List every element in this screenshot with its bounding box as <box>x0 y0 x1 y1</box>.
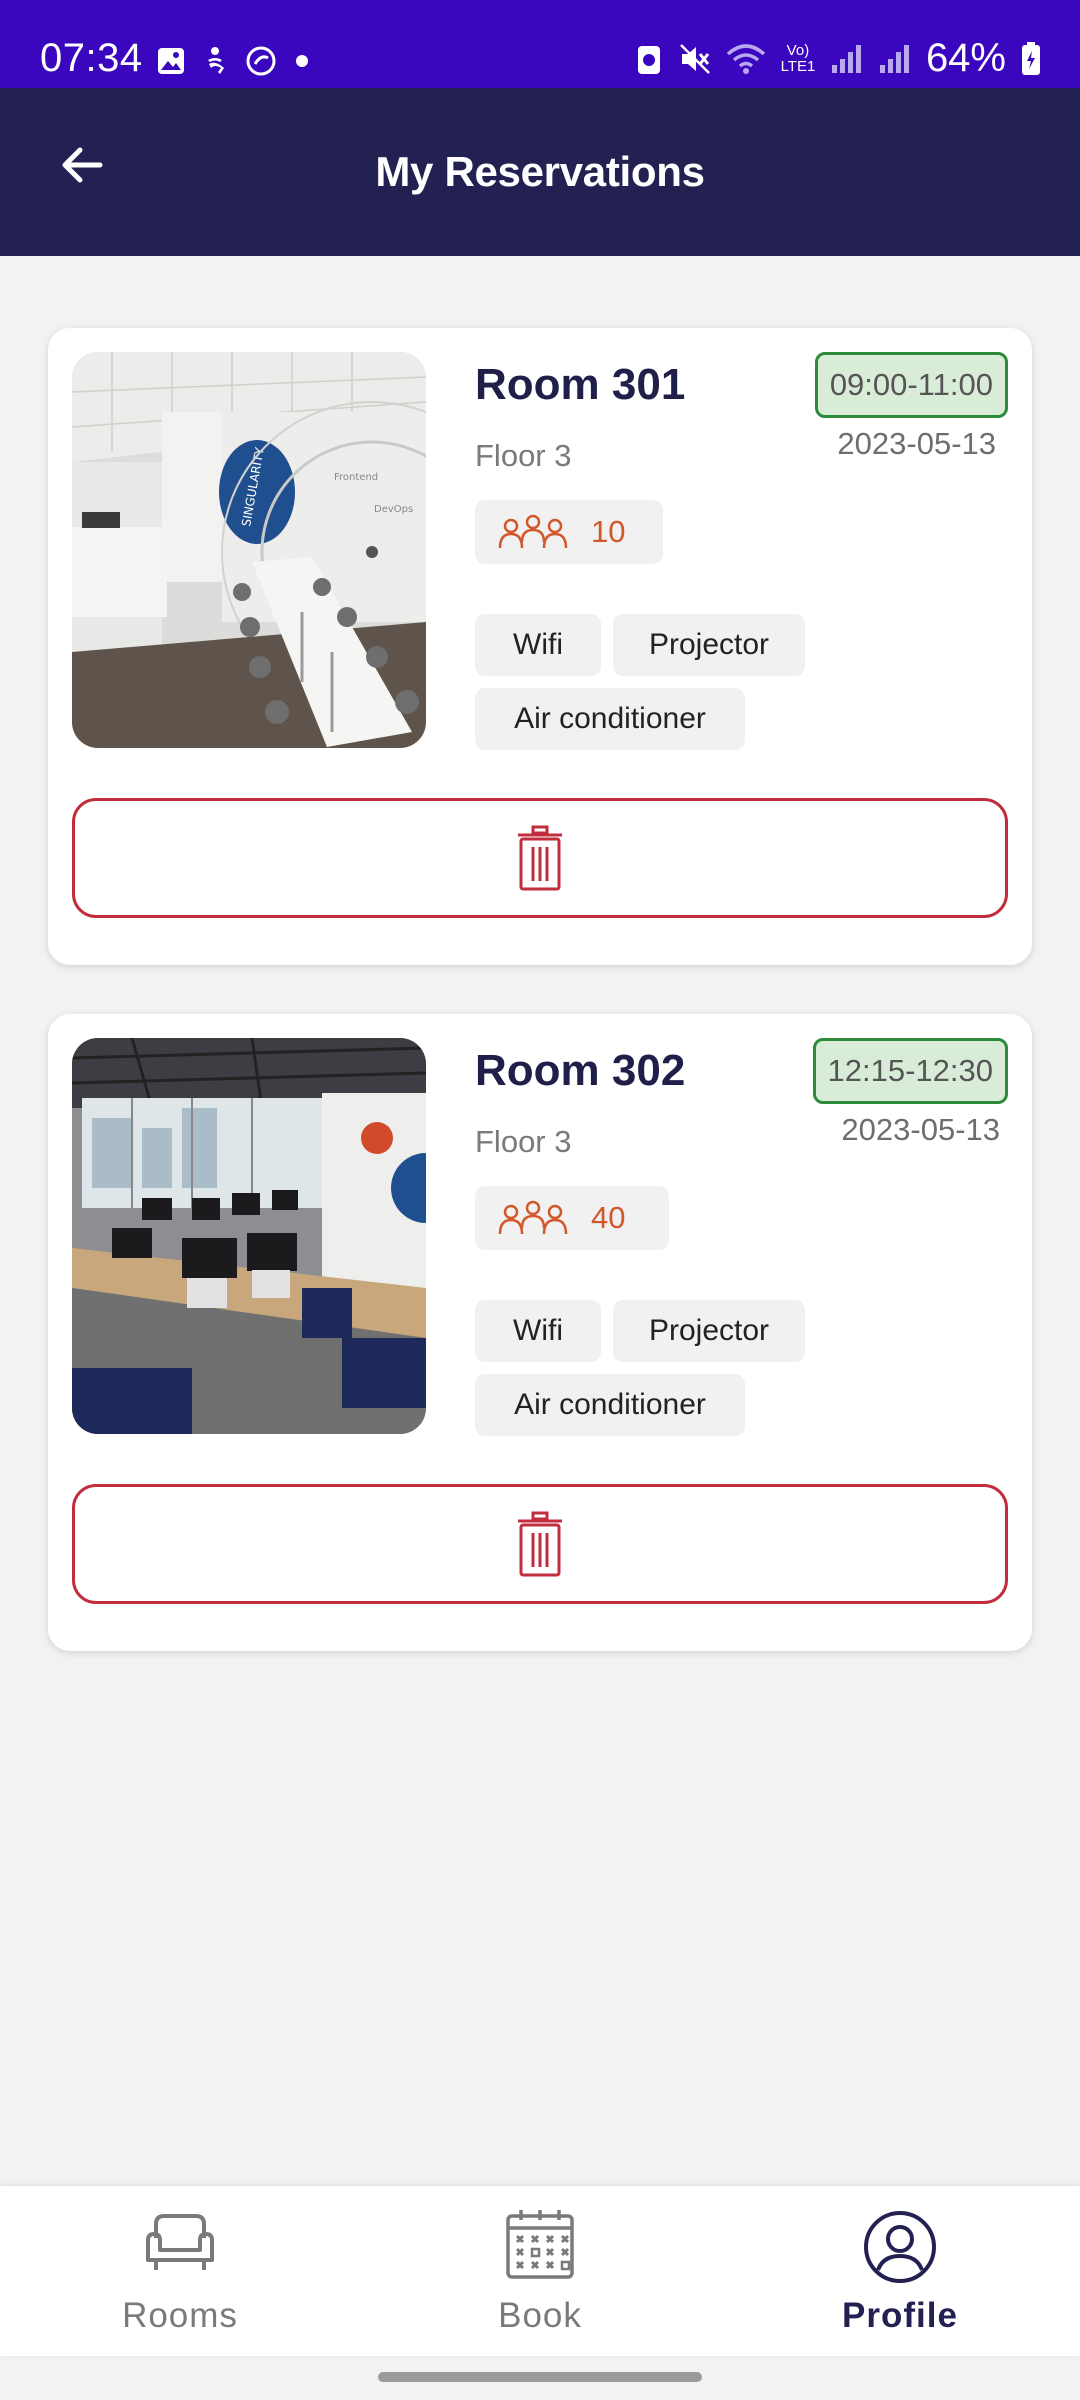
time-badge: 12:15-12:30 <box>812 1038 1008 1104</box>
room-floor: Floor 3 <box>475 438 572 473</box>
battery-icon <box>1022 41 1040 75</box>
time-badge: 09:00-11:00 <box>814 352 1008 418</box>
reservation-date: 2023-05-13 <box>837 426 996 461</box>
nav-item-book[interactable]: Book <box>360 2186 720 2356</box>
svg-text:DevOps: DevOps <box>374 504 413 515</box>
nav-label: Profile <box>842 2296 958 2335</box>
signal-icon-2 <box>879 44 909 73</box>
home-indicator[interactable] <box>378 2372 702 2382</box>
trash-icon <box>518 825 562 891</box>
room-photo: SINGULARITY Frontend DevOps <box>72 352 426 748</box>
nav-item-profile[interactable]: Profile <box>720 2186 1080 2356</box>
accessibility-icon <box>208 47 224 74</box>
battery-percent: 64% <box>925 36 1006 80</box>
status-bar: 07:34 Vo) LTE1 64% <box>0 0 1080 88</box>
amenity-tag: Projector <box>613 1300 805 1362</box>
people-icon <box>498 514 568 549</box>
room-name: Room 301 <box>475 360 686 409</box>
nav-label: Rooms <box>122 2296 238 2335</box>
delete-reservation-button[interactable] <box>72 798 1008 918</box>
bottom-nav: Rooms Book Profile <box>0 2186 1080 2356</box>
status-left-icons <box>156 44 312 78</box>
reservation-date: 2023-05-13 <box>841 1112 1000 1147</box>
dot-icon <box>296 55 308 67</box>
status-time: 07:34 <box>40 36 143 80</box>
mute-icon <box>680 43 710 74</box>
armchair-icon <box>146 2214 214 2270</box>
room-floor: Floor 3 <box>475 1124 572 1159</box>
svg-text:Frontend: Frontend <box>334 472 378 483</box>
reservation-card: SINGULARITY Frontend DevOps Room 301 Flo… <box>48 328 1032 965</box>
user-circle-icon <box>864 2211 936 2283</box>
amenity-tag: Wifi <box>475 1300 601 1362</box>
room-302-photo <box>72 1038 426 1434</box>
capacity-value: 40 <box>591 1200 626 1235</box>
room-301-photo: SINGULARITY Frontend DevOps <box>72 352 426 748</box>
signal-icon <box>831 44 861 73</box>
nav-label: Book <box>498 2296 582 2335</box>
amenity-tag: Air conditioner <box>475 688 745 750</box>
room-photo <box>72 1038 426 1434</box>
people-icon <box>498 1200 568 1235</box>
delete-reservation-button[interactable] <box>72 1484 1008 1604</box>
capacity-chip: 40 <box>475 1186 669 1250</box>
amenity-tag: Projector <box>613 614 805 676</box>
trash-icon <box>518 1511 562 1577</box>
reservation-card: Room 302 Floor 3 40 12:15-12:30 2023-05-… <box>48 1014 1032 1651</box>
calendar-icon <box>506 2210 574 2279</box>
nfc-icon <box>637 45 660 74</box>
capacity-chip: 10 <box>475 500 663 564</box>
amenity-tag: Wifi <box>475 614 601 676</box>
network-label: Vo) LTE1 <box>780 41 816 75</box>
capacity-value: 10 <box>591 514 626 549</box>
status-right-icons: Vo) LTE1 64% <box>634 36 1042 81</box>
page-title: My Reservations <box>375 148 705 195</box>
wifi-icon <box>726 43 766 74</box>
image-icon <box>158 48 184 74</box>
nav-item-rooms[interactable]: Rooms <box>0 2186 360 2356</box>
room-name: Room 302 <box>475 1046 686 1095</box>
sync-icon <box>246 46 276 76</box>
amenity-tag: Air conditioner <box>475 1374 745 1436</box>
app-bar: My Reservations <box>0 88 1080 256</box>
